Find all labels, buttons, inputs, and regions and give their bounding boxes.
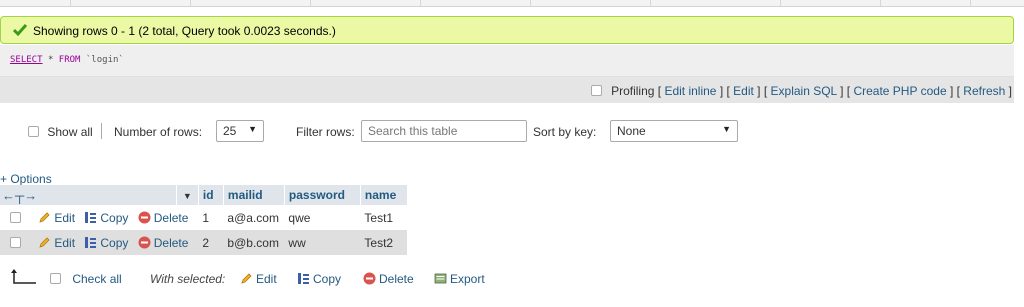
bulk-actions-bar: Check all With selected: Edit Copy Delet… [0,266,520,294]
column-arrows-header: ←┬→ [0,185,177,205]
cell-id[interactable]: 2 [198,230,224,255]
row-delete-label: Delete [153,235,189,250]
filter-rows-input[interactable]: Search this table [361,120,527,142]
cell-mailid[interactable]: a@a.com [223,205,285,230]
sql-query-panel: SELECT * FROM `login` [0,45,1014,77]
chevron-down-icon: ▼ [248,124,257,134]
pencil-icon [39,211,50,223]
filter-rows-placeholder: Search this table [368,124,458,138]
row-edit-label: Edit [54,235,76,250]
bulk-export-button[interactable]: Export [434,272,485,286]
show-all-label: Show all [47,125,93,139]
explain-sql-link[interactable]: Explain SQL [771,84,837,98]
row-actions: Edit Copy Delete [0,205,199,230]
number-of-rows-value: 25 [223,124,237,138]
sort-by-key-select[interactable]: None ▼ [610,120,738,142]
table-row: Edit Copy Delete 2 b@b.com ww Test2 [0,230,408,255]
column-header-password[interactable]: password [284,185,361,205]
sql-table-name: `login` [85,55,124,65]
bulk-copy-label: Copy [313,272,342,286]
number-of-rows-label: Number of rows: [114,125,203,139]
row-edit-label: Edit [54,210,76,225]
column-header-id[interactable]: id [198,185,224,205]
check-icon [13,24,27,37]
show-all-control[interactable]: Show all [28,125,93,139]
row-checkbox[interactable] [10,211,21,223]
row-copy-label: Copy [100,210,129,225]
row-copy-label: Copy [100,235,129,250]
column-resize-icon[interactable]: ←┬→ [2,188,37,203]
cell-name[interactable]: Test1 [360,205,408,230]
sort-by-key-value: None [617,124,646,138]
row-edit-button[interactable]: Edit [38,211,78,225]
row-checkbox[interactable] [10,236,21,248]
filter-rows-label: Filter rows: [296,125,355,139]
copy-icon [85,236,97,248]
profiling-checkbox[interactable] [590,85,602,96]
results-table: ←┬→ ▼ id mailid password name Edit Copy [0,185,408,255]
row-delete-button[interactable]: Delete [138,235,189,250]
column-header-mailid[interactable]: mailid [223,185,285,205]
bulk-export-label: Export [450,272,485,286]
arrow-up-left-icon [10,268,38,289]
top-tab-strip [0,0,1024,7]
sql-from-keyword: FROM [58,55,81,65]
copy-icon [298,273,309,284]
success-message-bar: Showing rows 0 - 1 (2 total, Query took … [0,16,1014,44]
delete-icon [138,236,151,248]
sql-star: * [47,55,54,65]
sort-by-key-label: Sort by key: [533,125,597,139]
cell-mailid[interactable]: b@b.com [223,230,285,255]
delete-icon [363,272,376,285]
row-delete-label: Delete [153,210,189,225]
delete-icon [138,211,151,223]
cell-password[interactable]: qwe [284,205,361,230]
number-of-rows-select[interactable]: 25 ▼ [216,120,264,142]
row-copy-button[interactable]: Copy [84,236,131,250]
row-copy-button[interactable]: Copy [84,211,131,225]
cell-password[interactable]: ww [284,230,361,255]
column-header-name[interactable]: name [360,185,408,205]
pencil-icon [241,273,252,284]
table-header-row: ←┬→ ▼ id mailid password name [0,185,408,205]
status-message: Showing rows 0 - 1 (2 total, Query took … [33,24,336,38]
refresh-link[interactable]: Refresh [963,84,1005,98]
cell-id[interactable]: 1 [198,205,224,230]
table-navigation: Show all Number of rows: 25 ▼ Filter row… [28,120,788,144]
table-row: Edit Copy Delete 1 a@a.com qwe Test1 [0,205,408,230]
copy-icon [85,211,97,223]
edit-query-link[interactable]: Edit [733,84,754,98]
sql-query-box: SELECT * FROM `login` Profiling [ Edit i… [0,45,1014,103]
bulk-edit-label: Edit [256,272,277,286]
check-all-control[interactable]: Check all [50,272,122,286]
edit-inline-link[interactable]: Edit inline [664,84,716,98]
profiling-label: Profiling [611,84,655,98]
export-icon [434,273,447,284]
row-delete-button[interactable]: Delete [138,210,189,225]
sql-query-text: SELECT * FROM `login` [10,55,124,65]
sort-options-header[interactable]: ▼ [176,185,199,205]
row-edit-button[interactable]: Edit [38,236,78,250]
pencil-icon [39,236,50,248]
bulk-copy-button[interactable]: Copy [297,272,341,286]
sql-select-keyword[interactable]: SELECT [10,55,43,65]
query-links-bar: Profiling [ Edit inline ] [ Edit ] [ Exp… [590,84,1012,98]
bulk-edit-button[interactable]: Edit [240,272,277,286]
row-actions: Edit Copy Delete [0,230,199,255]
check-all-link[interactable]: Check all [72,272,121,286]
check-all-checkbox[interactable] [50,273,61,284]
with-selected-label: With selected: [150,272,226,286]
show-all-checkbox[interactable] [28,126,39,137]
options-link[interactable]: + Options [0,172,52,186]
create-php-code-link[interactable]: Create PHP code [853,84,946,98]
bulk-delete-label: Delete [379,272,414,286]
cell-name[interactable]: Test2 [360,230,408,255]
caret-down-icon[interactable]: ▼ [183,191,192,201]
nav-divider [101,123,102,139]
chevron-down-icon: ▼ [722,124,731,134]
bulk-delete-button[interactable]: Delete [363,272,414,286]
